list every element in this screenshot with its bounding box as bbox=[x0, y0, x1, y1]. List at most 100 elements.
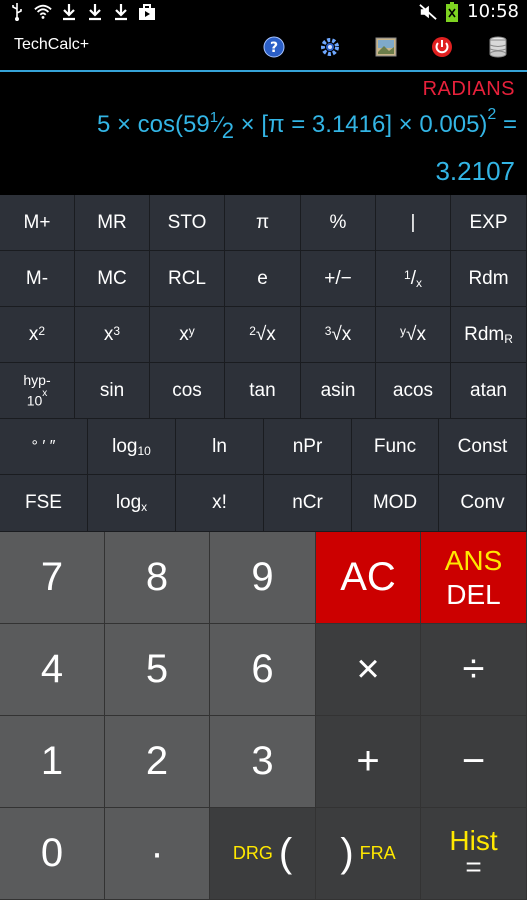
key-7[interactable]: 7 bbox=[0, 532, 105, 624]
expr-middle: × [π = 3.1416] × 0.005) bbox=[234, 111, 488, 138]
key-1[interactable]: 1 bbox=[0, 716, 105, 808]
x-label: x bbox=[103, 323, 114, 345]
ans-del-button[interactable]: ANS DEL bbox=[421, 532, 527, 624]
minus-button[interactable]: − bbox=[421, 716, 527, 808]
clock: 10:58 bbox=[467, 1, 519, 22]
key-ncr[interactable]: nCr bbox=[264, 475, 352, 532]
action-bar: TechCalc+ ? bbox=[0, 24, 527, 70]
decimal-button[interactable]: · bbox=[105, 808, 210, 900]
key-mod[interactable]: MOD bbox=[352, 475, 439, 532]
log-sub: 10 bbox=[137, 443, 151, 458]
key-factorial[interactable]: x! bbox=[176, 475, 264, 532]
battery-icon bbox=[443, 1, 461, 22]
multiply-button[interactable]: × bbox=[316, 624, 421, 716]
x-label: x bbox=[28, 323, 39, 345]
angle-mode-label[interactable]: RADIANS bbox=[423, 78, 515, 101]
key-abs[interactable]: | bbox=[376, 195, 451, 251]
expression-line[interactable]: 5 × cos(591⁄2 × [π = 3.1416] × 0.005)2 = bbox=[97, 106, 517, 143]
key-0[interactable]: 0 bbox=[0, 808, 105, 900]
key-2[interactable]: 2 bbox=[105, 716, 210, 808]
app-title: TechCalc+ bbox=[14, 36, 90, 53]
log-label: log bbox=[112, 435, 138, 457]
fraction: 1⁄2 bbox=[210, 109, 234, 143]
root-label: √x bbox=[331, 323, 352, 345]
rparen-label: ) bbox=[340, 831, 354, 875]
key-cube-root[interactable]: 3 √x bbox=[301, 307, 376, 363]
root-label: √x bbox=[255, 323, 276, 345]
key-logx[interactable]: log x bbox=[88, 475, 176, 532]
key-9[interactable]: 9 bbox=[210, 532, 316, 624]
key-5[interactable]: 5 bbox=[105, 624, 210, 716]
key-percent[interactable]: % bbox=[301, 195, 376, 251]
key-hyp-10x[interactable]: hyp- 10x bbox=[0, 363, 75, 419]
key-sto[interactable]: STO bbox=[150, 195, 225, 251]
key-acos[interactable]: acos bbox=[376, 363, 451, 419]
key-dms[interactable]: ° ′ ″ bbox=[0, 419, 88, 475]
key-x-squared[interactable]: x2 bbox=[0, 307, 75, 363]
ac-button[interactable]: AC bbox=[316, 532, 421, 624]
theme-icon[interactable] bbox=[374, 35, 398, 59]
key-8[interactable]: 8 bbox=[105, 532, 210, 624]
rdm-sub: R bbox=[504, 331, 513, 346]
result-value[interactable]: 3.2107 bbox=[435, 156, 515, 187]
key-y-root[interactable]: y √x bbox=[376, 307, 451, 363]
storage-icon[interactable] bbox=[486, 35, 510, 59]
fra-label: FRA bbox=[359, 843, 396, 863]
key-npr[interactable]: nPr bbox=[264, 419, 352, 475]
key-func[interactable]: Func bbox=[352, 419, 439, 475]
key-fse[interactable]: FSE bbox=[0, 475, 88, 532]
x-label: x bbox=[179, 323, 189, 345]
key-conv[interactable]: Conv bbox=[439, 475, 527, 532]
key-mc[interactable]: MC bbox=[75, 251, 150, 307]
key-square-root[interactable]: 2 √x bbox=[225, 307, 301, 363]
svg-text:?: ? bbox=[270, 40, 278, 56]
expr-suffix: = bbox=[496, 111, 517, 138]
key-log10[interactable]: log 10 bbox=[88, 419, 176, 475]
key-tan[interactable]: tan bbox=[225, 363, 301, 419]
ans-label: ANS bbox=[444, 544, 503, 576]
main-keypad: 7 8 9 AC ANS DEL 4 5 6 × ÷ 1 2 3 + − 0 ·… bbox=[0, 532, 527, 900]
hist-equals-button[interactable]: Hist = bbox=[421, 808, 527, 900]
lparen-label: ( bbox=[278, 831, 293, 875]
key-rcl[interactable]: RCL bbox=[150, 251, 225, 307]
key-ln[interactable]: ln bbox=[176, 419, 264, 475]
key-mr[interactable]: MR bbox=[75, 195, 150, 251]
key-m-plus[interactable]: M+ bbox=[0, 195, 75, 251]
settings-icon[interactable] bbox=[318, 35, 342, 59]
key-3[interactable]: 3 bbox=[210, 716, 316, 808]
usb-icon bbox=[8, 2, 26, 22]
key-rdm-r[interactable]: Rdm R bbox=[451, 307, 527, 363]
help-icon[interactable]: ? bbox=[262, 35, 286, 59]
download-icon bbox=[60, 2, 78, 22]
key-reciprocal[interactable]: 1/x bbox=[376, 251, 451, 307]
key-pi[interactable]: π bbox=[225, 195, 301, 251]
key-atan[interactable]: atan bbox=[451, 363, 527, 419]
status-bar: 10:58 bbox=[0, 0, 527, 24]
key-const[interactable]: Const bbox=[439, 419, 527, 475]
key-plus-minus[interactable]: +/− bbox=[301, 251, 376, 307]
key-4[interactable]: 4 bbox=[0, 624, 105, 716]
key-e[interactable]: e bbox=[225, 251, 301, 307]
open-paren-button[interactable]: DRG ( bbox=[210, 808, 316, 900]
close-paren-button[interactable]: ) FRA bbox=[316, 808, 421, 900]
key-x-cubed[interactable]: x3 bbox=[75, 307, 150, 363]
calculator-display: RADIANS 5 × cos(591⁄2 × [π = 3.1416] × 0… bbox=[0, 72, 527, 194]
log-sub: x bbox=[141, 500, 148, 514]
key-exp[interactable]: EXP bbox=[451, 195, 527, 251]
plus-button[interactable]: + bbox=[316, 716, 421, 808]
divide-button[interactable]: ÷ bbox=[421, 624, 527, 716]
key-rdm[interactable]: Rdm bbox=[451, 251, 527, 307]
sup-two: 2 bbox=[38, 323, 46, 338]
key-x-power-y[interactable]: xy bbox=[150, 307, 225, 363]
key-6[interactable]: 6 bbox=[210, 624, 316, 716]
sup-y: y bbox=[400, 323, 407, 338]
sup-x: x bbox=[42, 388, 48, 400]
key-asin[interactable]: asin bbox=[301, 363, 376, 419]
key-cos[interactable]: cos bbox=[150, 363, 225, 419]
key-m-minus[interactable]: M- bbox=[0, 251, 75, 307]
wifi-icon bbox=[34, 2, 52, 22]
power-icon[interactable] bbox=[430, 35, 454, 59]
key-sin[interactable]: sin bbox=[75, 363, 150, 419]
sup-three: 3 bbox=[324, 323, 332, 338]
shop-icon bbox=[138, 2, 156, 22]
